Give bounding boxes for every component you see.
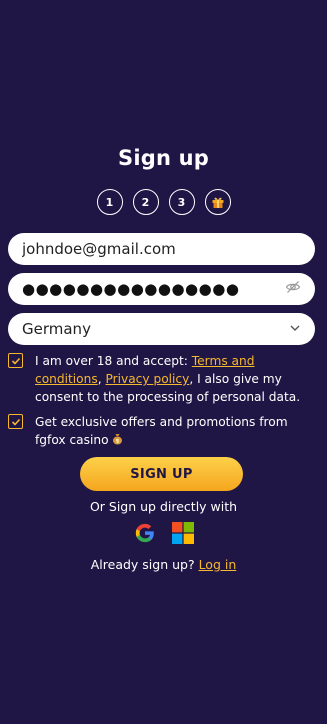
step-1[interactable]: 1 (96, 189, 123, 215)
privacy-link[interactable]: Privacy policy (105, 372, 189, 386)
offers-text: Get exclusive offers and promotions from… (35, 413, 313, 449)
country-value: Germany (22, 320, 91, 338)
check-icon (11, 357, 20, 365)
terms-text: I am over 18 and accept: Terms and condi… (35, 352, 313, 406)
password-input[interactable]: ●●●●●●●●●●●●●●●● (22, 280, 279, 298)
gift-icon (211, 195, 225, 209)
signup-button[interactable]: SIGN UP (80, 457, 243, 491)
terms-checkbox[interactable] (8, 353, 23, 368)
google-icon (135, 523, 154, 543)
login-link[interactable]: Log in (199, 557, 237, 572)
step-gift[interactable] (204, 189, 231, 215)
login-prompt: Already sign up? Log in (0, 557, 327, 572)
offers-checkbox[interactable] (8, 414, 23, 429)
offers-label: Get exclusive offers and promotions from… (35, 415, 288, 447)
already-signed-text: Already sign up? (90, 557, 199, 572)
password-field[interactable]: ●●●●●●●●●●●●●●●● (8, 273, 315, 305)
microsoft-icon (171, 522, 194, 544)
chevron-down-icon (289, 320, 301, 338)
email-field[interactable] (8, 233, 315, 265)
signup-page: Sign up 1 2 3 ●●●●●●●●●●●●●●●● (0, 0, 327, 724)
step-2[interactable]: 2 (132, 189, 159, 215)
terms-prefix: I am over 18 and accept: (35, 354, 192, 368)
microsoft-login-button[interactable] (171, 522, 194, 544)
terms-consent: I am over 18 and accept: Terms and condi… (8, 352, 313, 406)
svg-text:$: $ (116, 439, 120, 445)
step-3[interactable]: 3 (168, 189, 195, 215)
google-login-button[interactable] (134, 522, 156, 544)
eye-slash-icon[interactable] (279, 279, 301, 299)
social-login (0, 522, 327, 544)
money-bag-icon: $ (112, 433, 123, 447)
check-icon (11, 418, 20, 426)
offers-consent: Get exclusive offers and promotions from… (8, 413, 313, 449)
email-input[interactable] (22, 240, 301, 258)
page-title: Sign up (118, 146, 209, 170)
country-select[interactable]: Germany (8, 313, 315, 345)
or-signup-text: Or Sign up directly with (89, 499, 238, 514)
step-indicator: 1 2 3 (0, 189, 327, 215)
